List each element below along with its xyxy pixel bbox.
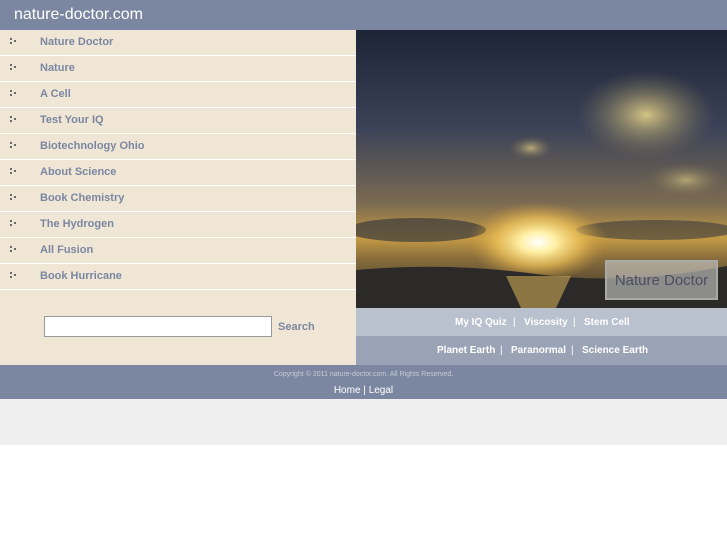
- footer-link-separator: |: [363, 385, 366, 396]
- sidebar-item-nature-doctor[interactable]: Nature Doctor: [0, 30, 356, 56]
- footer-link-legal[interactable]: Legal: [369, 385, 393, 396]
- link-paranormal[interactable]: Paranormal: [511, 345, 566, 356]
- link-separator: |: [500, 345, 503, 356]
- bullet-icon: [10, 220, 18, 228]
- link-separator: |: [571, 345, 574, 356]
- sidebar-item-label[interactable]: Book Chemistry: [40, 192, 124, 204]
- link-stem-cell[interactable]: Stem Cell: [584, 317, 630, 328]
- sidebar: Nature Doctor Nature A Cell Test Your IQ…: [0, 30, 356, 365]
- search-button[interactable]: Search: [278, 321, 315, 333]
- footer-links: Home | Legal: [0, 385, 727, 396]
- link-planet-earth[interactable]: Planet Earth: [437, 345, 495, 356]
- link-science-earth[interactable]: Science Earth: [582, 345, 648, 356]
- sidebar-item-book-chemistry[interactable]: Book Chemistry: [0, 186, 356, 212]
- search-input[interactable]: [44, 316, 272, 337]
- sidebar-item-nature[interactable]: Nature: [0, 56, 356, 82]
- sidebar-item-label[interactable]: All Fusion: [40, 244, 93, 256]
- bullet-icon: [10, 168, 18, 176]
- links-row-2: Planet Earth | Paranormal | Science Eart…: [356, 336, 727, 365]
- sidebar-item-label[interactable]: Nature: [40, 62, 75, 74]
- sidebar-item-label[interactable]: About Science: [40, 166, 116, 178]
- link-my-iq-quiz[interactable]: My IQ Quiz: [455, 317, 507, 328]
- site-title-link[interactable]: nature-doctor.com: [14, 6, 143, 24]
- links-row-1: My IQ Quiz | Viscosity | Stem Cell: [356, 308, 727, 336]
- hero-label-text: Nature Doctor: [614, 272, 709, 289]
- sidebar-item-all-fusion[interactable]: All Fusion: [0, 238, 356, 264]
- sidebar-item-label[interactable]: Book Hurricane: [40, 270, 122, 282]
- bullet-icon: [10, 142, 18, 150]
- sidebar-item-label[interactable]: Test Your IQ: [40, 114, 104, 126]
- bullet-icon: [10, 90, 18, 98]
- header-bar: nature-doctor.com: [0, 0, 727, 30]
- link-separator: |: [573, 317, 576, 328]
- sidebar-item-label[interactable]: A Cell: [40, 88, 71, 100]
- sidebar-item-test-your-iq[interactable]: Test Your IQ: [0, 108, 356, 134]
- bullet-icon: [10, 246, 18, 254]
- link-separator: |: [513, 317, 516, 328]
- sidebar-item-a-cell[interactable]: A Cell: [0, 82, 356, 108]
- sidebar-item-label[interactable]: Biotechnology Ohio: [40, 140, 145, 152]
- link-viscosity[interactable]: Viscosity: [524, 317, 568, 328]
- bullet-icon: [10, 116, 18, 124]
- hero-label: Nature Doctor: [605, 260, 718, 300]
- sidebar-item-label[interactable]: Nature Doctor: [40, 36, 113, 48]
- sidebar-item-about-science[interactable]: About Science: [0, 160, 356, 186]
- bullet-icon: [10, 272, 18, 280]
- footer-link-home[interactable]: Home: [334, 385, 361, 396]
- bullet-icon: [10, 194, 18, 202]
- sidebar-item-biotechnology-ohio[interactable]: Biotechnology Ohio: [0, 134, 356, 160]
- footer: Copyright © 2011 nature-doctor.com. All …: [0, 365, 727, 399]
- bullet-icon: [10, 38, 18, 46]
- copyright-text: Copyright © 2011 nature-doctor.com. All …: [273, 371, 454, 378]
- sidebar-item-book-hurricane[interactable]: Book Hurricane: [0, 264, 356, 290]
- bullet-icon: [10, 64, 18, 72]
- sidebar-item-label[interactable]: The Hydrogen: [40, 218, 114, 230]
- sidebar-item-the-hydrogen[interactable]: The Hydrogen: [0, 212, 356, 238]
- bottom-band: [0, 399, 727, 445]
